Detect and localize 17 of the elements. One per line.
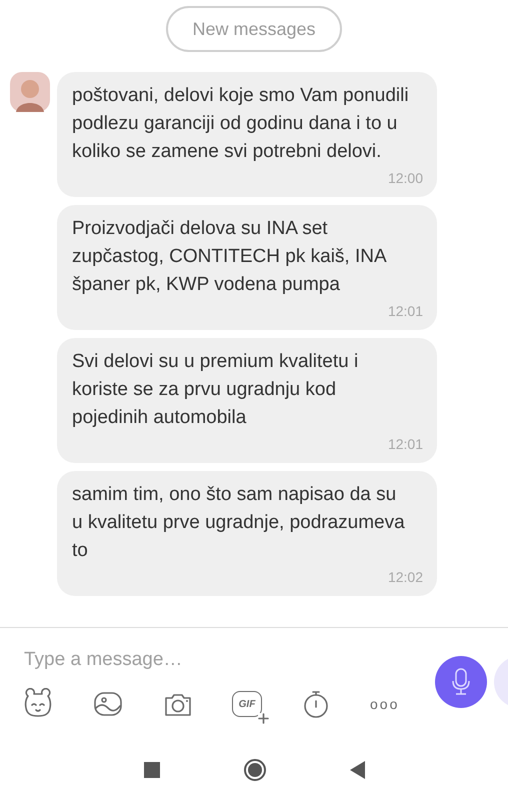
sticker-icon[interactable] [22,688,54,720]
message-time: 12:00 [388,169,423,188]
message-time: 12:01 [388,435,423,454]
message-text: poštovani, delovi koje smo Vam ponudili podlezu garanciji od godinu dana i to u koliko se zamene svi potrebni delovi. [72,84,410,164]
avatar[interactable] [10,72,50,112]
more-button[interactable]: ooo [370,694,400,714]
new-messages-button[interactable]: New messages [166,6,342,52]
microphone-button[interactable] [435,656,487,708]
message-field[interactable]: Type a message… [24,646,414,674]
message-text: Proizvodjači delova su INA set zupčastog, CONTITECH pk kaiš, INA španer pk, KWP vodena pumpa [72,217,388,297]
message-text: samim tim, ono što sam napisao da su u kvalitetu prve ugradnje, podrazumeva to [72,483,406,563]
home-button[interactable] [244,759,266,781]
message-time: 12:02 [388,568,423,587]
message-text: Svi delovi su u premium kvalitetu i koriste se za prvu ugradnju kod pojedinih automobila [72,350,360,430]
message-time: 12:01 [388,302,423,321]
back-icon[interactable] [350,761,364,779]
recents-button[interactable] [144,762,160,778]
